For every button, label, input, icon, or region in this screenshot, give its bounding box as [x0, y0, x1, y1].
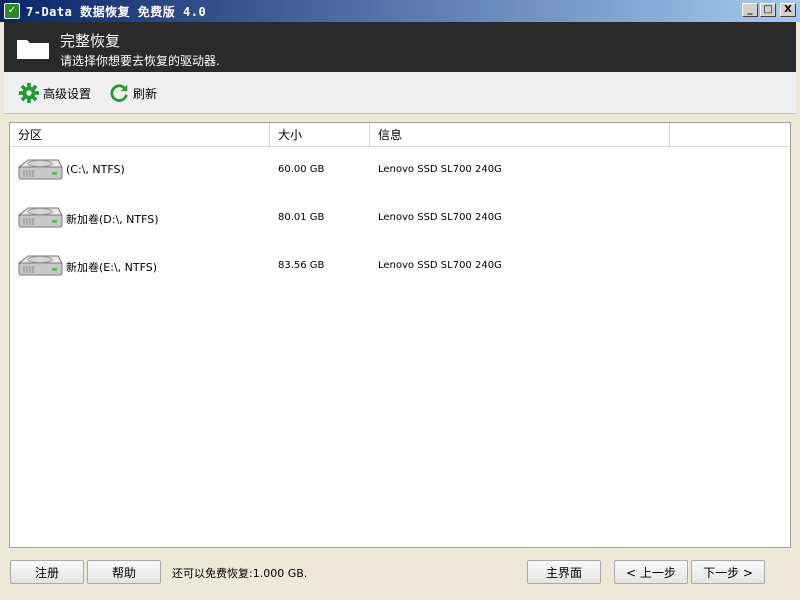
- partition-size: 83.56 GB: [278, 260, 325, 271]
- window-controls: _ □ X: [742, 3, 796, 17]
- maximize-button[interactable]: □: [760, 3, 776, 17]
- partition-list[interactable]: 分区 大小 信息 (C:\, NTFS) 60.00 GB Lenovo SSD…: [9, 122, 791, 548]
- partition-size: 80.01 GB: [278, 212, 325, 223]
- partition-info: Lenovo SSD SL700 240G: [378, 164, 502, 175]
- advanced-settings-label: 高级设置: [43, 86, 92, 101]
- gear-icon: [18, 82, 40, 104]
- app-icon[interactable]: ✓: [4, 3, 20, 19]
- column-header: 分区 大小 信息: [10, 123, 790, 147]
- hard-drive-icon: [17, 255, 63, 276]
- register-button[interactable]: 注册: [10, 560, 84, 584]
- column-size[interactable]: 大小: [270, 123, 370, 147]
- refresh-label: 刷新: [133, 86, 158, 101]
- partition-info: Lenovo SSD SL700 240G: [378, 260, 502, 271]
- partition-name: 新加卷(D:\, NTFS): [66, 213, 159, 226]
- partition-row-c[interactable]: (C:\, NTFS) 60.00 GB Lenovo SSD SL700 24…: [10, 147, 790, 195]
- refresh-icon: [110, 84, 128, 102]
- hard-drive-icon: [17, 207, 63, 228]
- free-quota-status: 还可以免费恢复:1.000 GB.: [172, 567, 308, 580]
- advanced-settings-button[interactable]: 高级设置: [18, 82, 91, 104]
- partition-size: 60.00 GB: [278, 164, 325, 175]
- previous-button[interactable]: < 上一步: [614, 560, 688, 584]
- window-title: 7-Data 数据恢复 免费版 4.0: [26, 4, 207, 19]
- partition-row-d[interactable]: 新加卷(D:\, NTFS) 80.01 GB Lenovo SSD SL700…: [10, 195, 790, 243]
- page-subtitle: 请选择你想要去恢复的驱动器.: [60, 54, 220, 68]
- page-header: 完整恢复 请选择你想要去恢复的驱动器.: [4, 22, 796, 72]
- partition-name: (C:\, NTFS): [66, 163, 125, 176]
- partition-name: 新加卷(E:\, NTFS): [66, 261, 158, 274]
- column-info[interactable]: 信息: [370, 123, 670, 147]
- help-button[interactable]: 帮助: [87, 560, 161, 584]
- title-bar[interactable]: ✓ 7-Data 数据恢复 免费版 4.0 _ □ X: [0, 0, 800, 22]
- partition-row-e[interactable]: 新加卷(E:\, NTFS) 83.56 GB Lenovo SSD SL700…: [10, 243, 790, 291]
- main-menu-button[interactable]: 主界面: [527, 560, 601, 584]
- minimize-button[interactable]: _: [742, 3, 758, 17]
- next-button[interactable]: 下一步 >: [691, 560, 765, 584]
- column-extra[interactable]: [670, 123, 790, 147]
- page-title: 完整恢复: [60, 32, 121, 50]
- hard-drive-icon: [17, 159, 63, 180]
- column-partition[interactable]: 分区: [10, 123, 270, 147]
- toolbar: 高级设置 刷新: [4, 72, 796, 114]
- partition-info: Lenovo SSD SL700 240G: [378, 212, 502, 223]
- refresh-button[interactable]: 刷新: [108, 82, 157, 104]
- folder-icon: [17, 40, 49, 59]
- close-button[interactable]: X: [780, 3, 796, 17]
